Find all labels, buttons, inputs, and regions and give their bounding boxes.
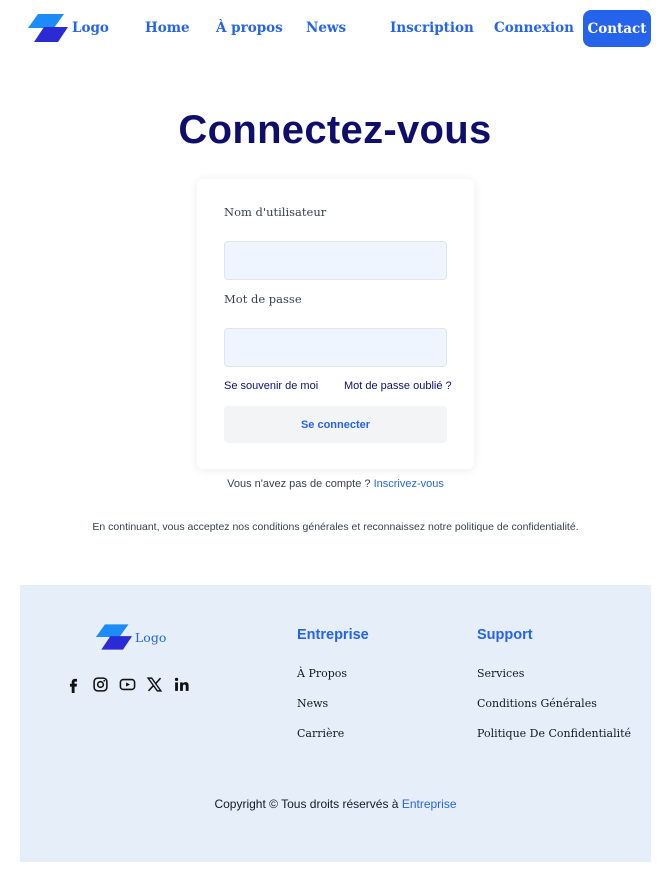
nav-news-link[interactable]: News [306, 20, 346, 36]
forgot-password-link[interactable]: Mot de passe oublié ? [344, 380, 452, 392]
username-label: Nom d'utilisateur [224, 205, 327, 219]
youtube-link[interactable] [119, 674, 146, 694]
signup-prompt: Vous n'avez pas de compte ? Inscrivez-vo… [0, 478, 664, 490]
footer-news-link[interactable]: News [297, 697, 328, 710]
facebook-icon [69, 678, 78, 693]
nav-home-link[interactable]: Home [145, 20, 190, 36]
footer-logo-text: Logo [135, 629, 167, 645]
password-input[interactable] [224, 328, 447, 367]
linkedin-icon [174, 677, 189, 691]
contact-button[interactable]: Contact [583, 10, 651, 47]
footer-logo[interactable]: Logo [95, 623, 166, 651]
instagram-icon [93, 676, 108, 692]
nav-signup-link[interactable]: Inscription [390, 20, 474, 36]
login-submit-button[interactable]: Se connecter [224, 406, 447, 443]
password-label: Mot de passe [224, 292, 302, 306]
youtube-icon [119, 678, 136, 690]
logo-link[interactable]: Logo [27, 13, 109, 43]
footer-terms-link[interactable]: Conditions Générales [477, 697, 597, 710]
logo-text: Logo [72, 20, 109, 36]
remember-me-toggle[interactable]: Se souvenir de moi [224, 380, 318, 392]
x-link[interactable] [146, 674, 173, 694]
copyright-brand: Entreprise [401, 797, 457, 811]
footer-privacy-link[interactable]: Politique De Confidentialité [477, 727, 631, 740]
footer-company-title: Entreprise [297, 627, 369, 643]
nav-about-link[interactable]: À propos [216, 20, 283, 36]
footer-services-link[interactable]: Services [477, 667, 524, 680]
footer: Logo Entreprise À Propos News Carrière S… [20, 585, 651, 862]
copyright-text: Copyright © Tous droits réservés à [214, 797, 399, 811]
login-card: Nom d'utilisateur Mot de passe Se souven… [197, 179, 474, 469]
username-input[interactable] [224, 241, 447, 280]
footer-careers-link[interactable]: Carrière [297, 727, 344, 740]
signup-link[interactable]: Inscrivez-vous [374, 478, 444, 490]
terms-notice: En continuant, vous acceptez nos conditi… [92, 521, 579, 533]
page-title: Connectez-vous [178, 108, 492, 152]
top-navigation: Logo Home À propos News Inscription Conn… [0, 0, 664, 58]
x-icon [146, 676, 163, 692]
footer-about-link[interactable]: À Propos [297, 667, 347, 680]
instagram-link[interactable] [92, 674, 119, 694]
nav-login-link[interactable]: Connexion [494, 20, 574, 36]
social-links [65, 674, 200, 694]
logo-icon [95, 624, 133, 650]
facebook-link[interactable] [65, 674, 92, 694]
linkedin-link[interactable] [173, 674, 200, 694]
logo-icon [28, 14, 68, 42]
no-account-text: Vous n'avez pas de compte ? [227, 478, 371, 490]
copyright: Copyright © Tous droits réservés à Entre… [20, 797, 651, 811]
footer-support-title: Support [477, 627, 533, 643]
